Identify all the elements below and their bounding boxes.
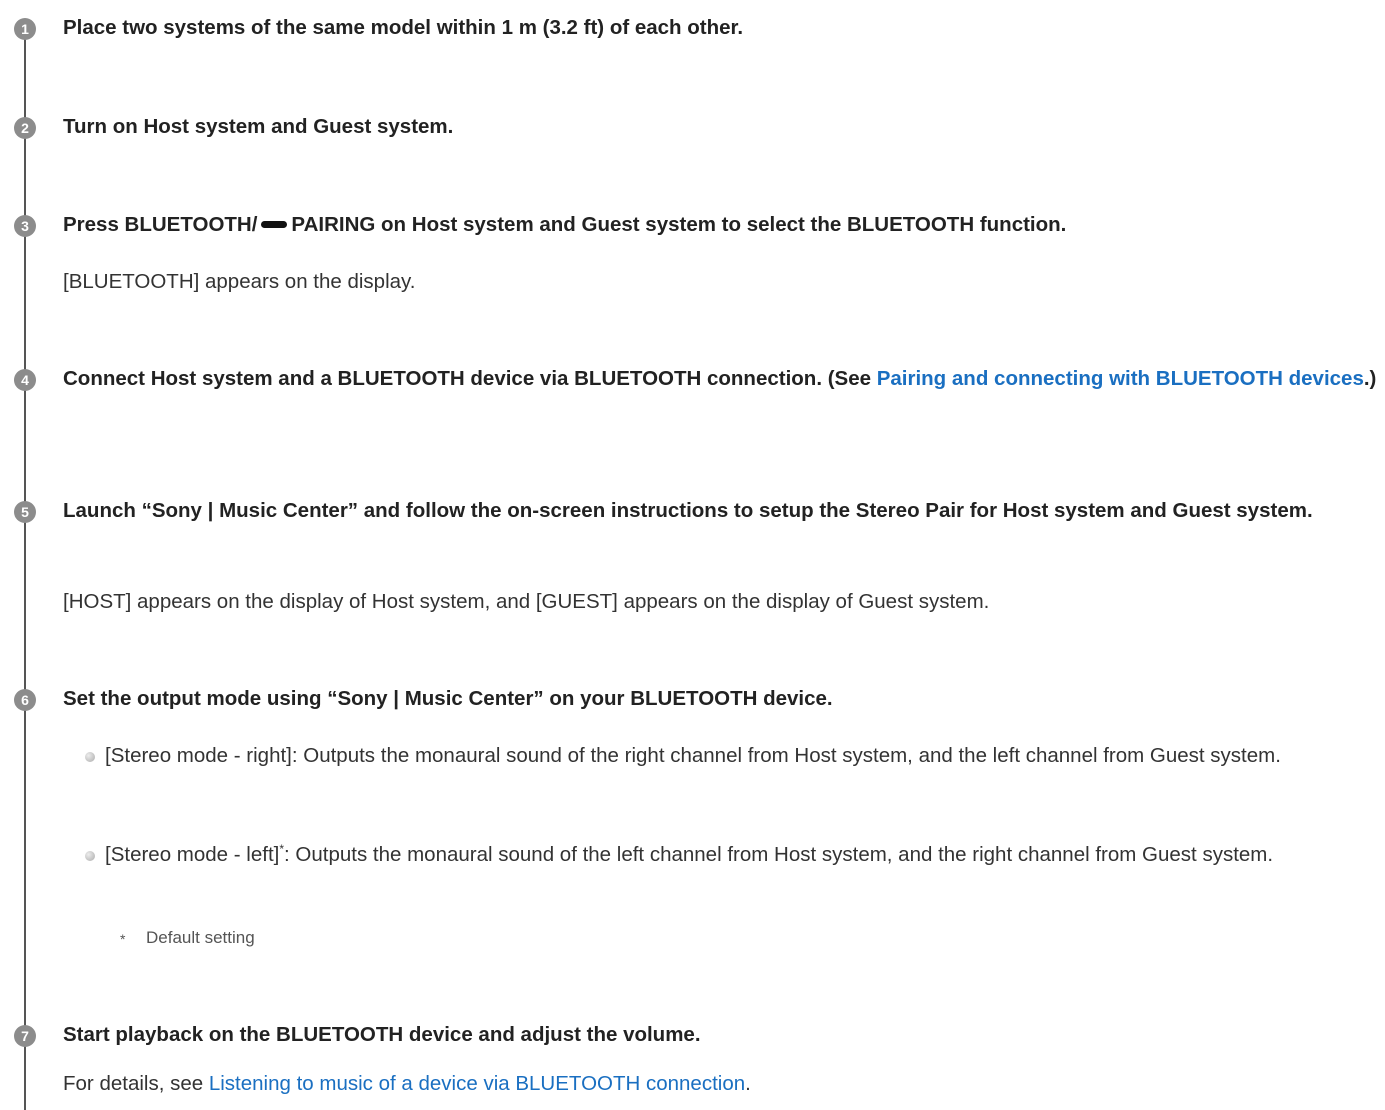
step-number-badge: 6 xyxy=(14,689,36,711)
step-number-badge: 1 xyxy=(14,18,36,40)
pairing-button-icon xyxy=(261,220,288,228)
bullet-icon xyxy=(85,752,95,762)
step-title: Turn on Host system and Guest system. xyxy=(63,115,454,138)
step-title: Connect Host system and a BLUETOOTH devi… xyxy=(63,362,1381,396)
step-number-badge: 7 xyxy=(14,1025,36,1047)
step-title: Set the output mode using “Sony | Music … xyxy=(63,687,833,710)
step-title: Place two systems of the same model with… xyxy=(63,16,744,39)
step-body: For details, see Listening to music of a… xyxy=(63,1067,1381,1101)
step-body: [HOST] appears on the display of Host sy… xyxy=(63,590,990,613)
list-item: [Stereo mode - right]: Outputs the monau… xyxy=(105,739,1381,773)
footnote-marker: * xyxy=(120,931,126,947)
step-number-badge: 2 xyxy=(14,117,36,139)
step-title: Press BLUETOOTH/PAIRING on Host system a… xyxy=(63,208,1381,242)
mode-label: [Stereo mode - left] xyxy=(105,843,280,866)
step-number-badge: 5 xyxy=(14,501,36,523)
step-body-part: For details, see xyxy=(63,1072,209,1095)
mode-label: [Stereo mode - right] xyxy=(105,744,292,767)
listening-to-music-link[interactable]: Listening to music of a device via BLUET… xyxy=(209,1072,745,1095)
list-item: [Stereo mode - left]*: Outputs the monau… xyxy=(105,838,1381,872)
step-body-part: . xyxy=(745,1072,751,1095)
procedure-steps: 1 Place two systems of the same model wi… xyxy=(0,0,1385,1110)
step-timeline-line xyxy=(24,20,26,1110)
step-body: [BLUETOOTH] appears on the display. xyxy=(63,270,416,293)
step-title: Start playback on the BLUETOOTH device a… xyxy=(63,1023,701,1046)
footnote-text: Default setting xyxy=(146,928,255,947)
step-number-badge: 3 xyxy=(14,215,36,237)
pairing-and-connecting-link[interactable]: Pairing and connecting with BLUETOOTH de… xyxy=(877,367,1364,390)
step-title: Launch “Sony | Music Center” and follow … xyxy=(63,499,1313,522)
step-title-part: .) xyxy=(1363,367,1377,390)
bullet-icon xyxy=(85,851,95,861)
mode-description: : Outputs the monaural sound of the left… xyxy=(284,843,1274,866)
step-number-badge: 4 xyxy=(14,369,36,391)
step-title-part: PAIRING on Host system and Guest system … xyxy=(291,213,1067,236)
step-title-part: Connect Host system and a BLUETOOTH devi… xyxy=(63,367,877,390)
step-title-part: Press BLUETOOTH/ xyxy=(63,213,258,236)
mode-description: : Outputs the monaural sound of the righ… xyxy=(291,744,1281,767)
